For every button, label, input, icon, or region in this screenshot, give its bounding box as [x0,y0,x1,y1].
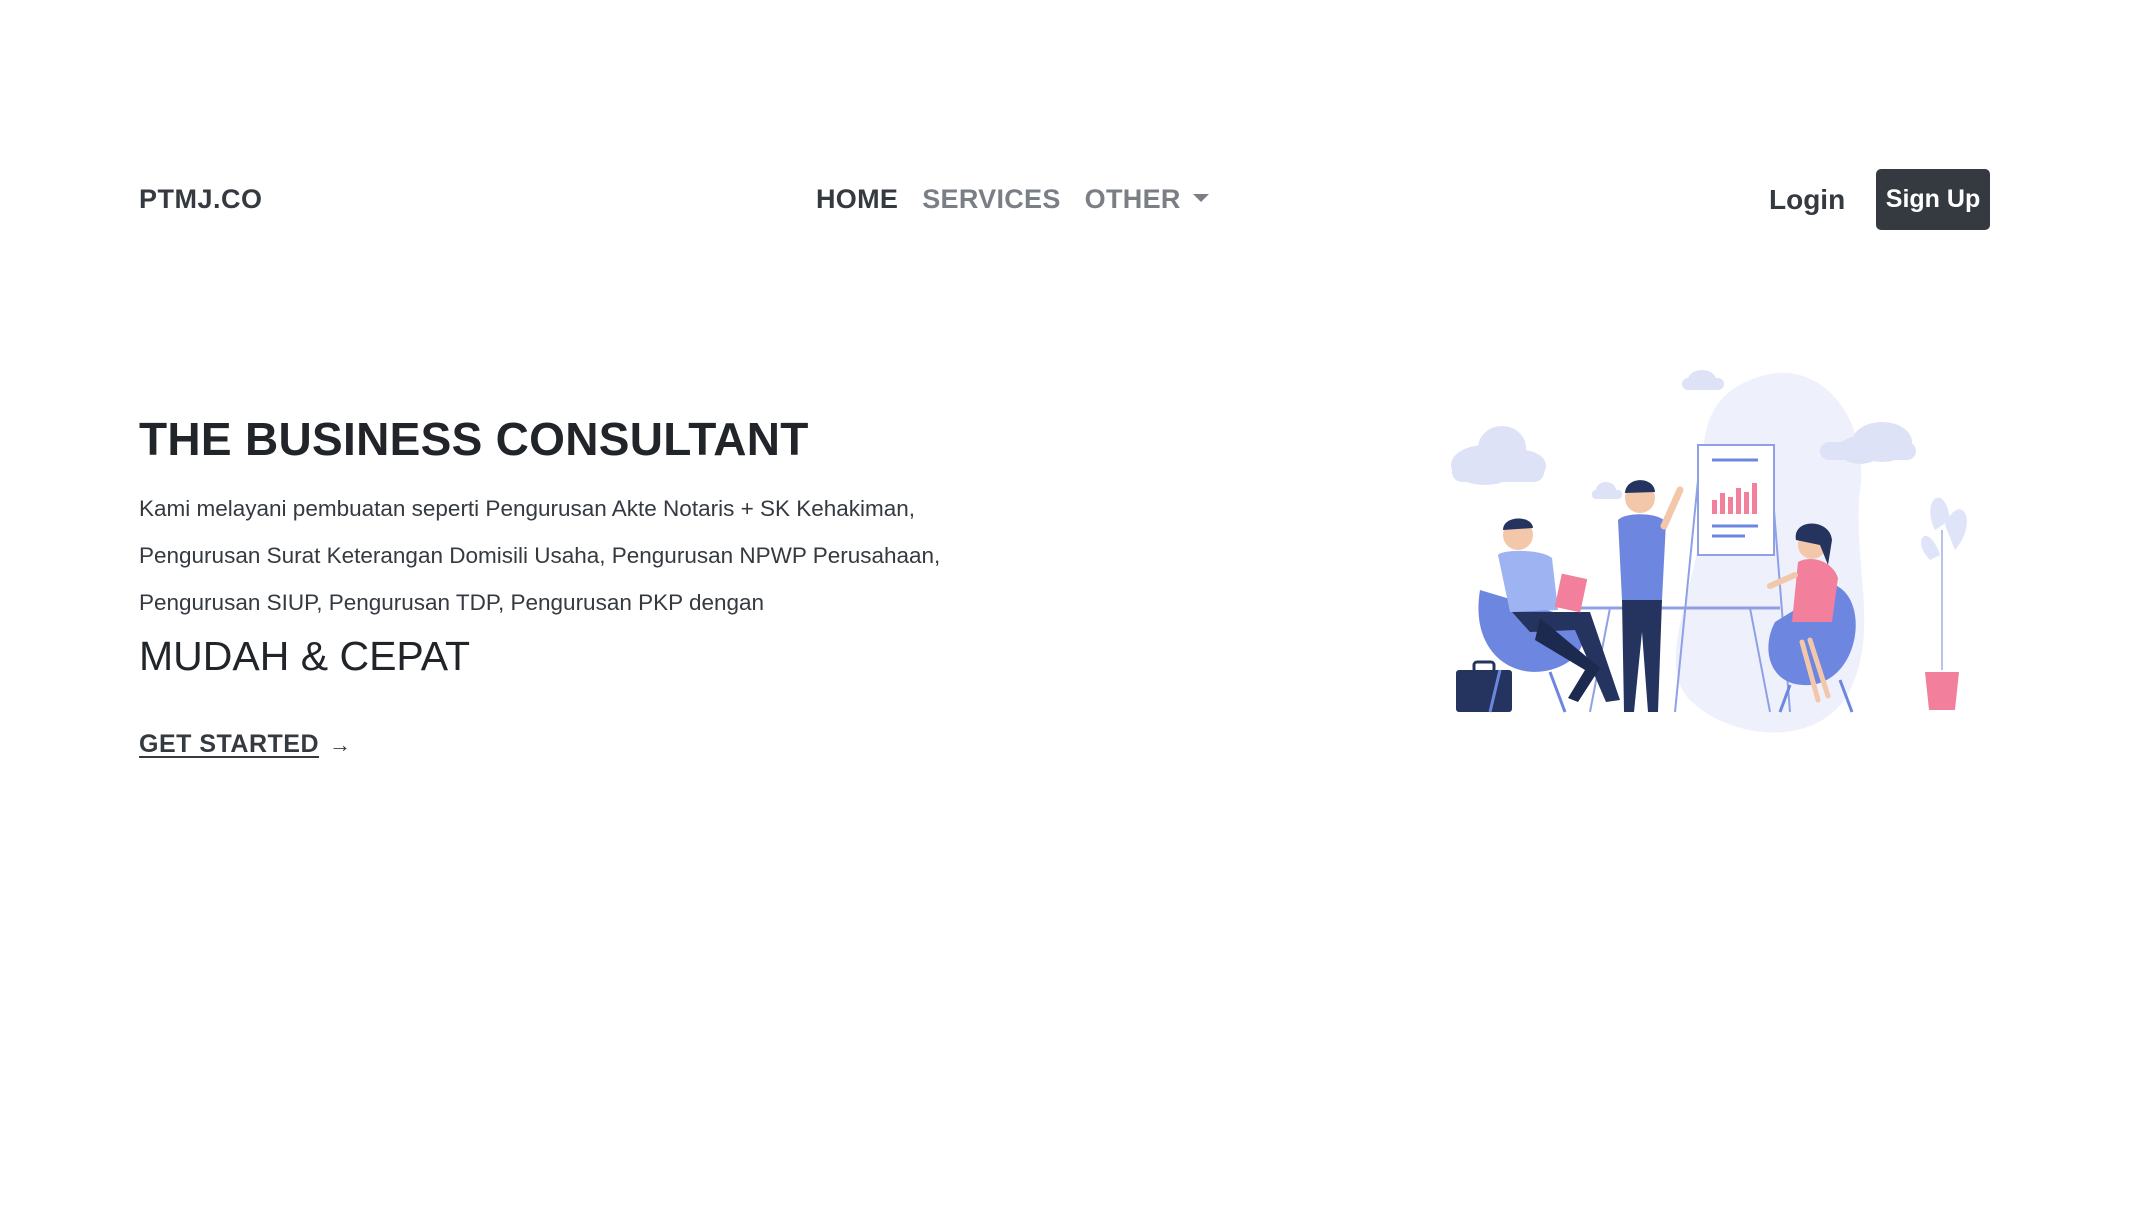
caret-down-icon [1192,193,1209,202]
get-started-link[interactable]: GET STARTED → [139,730,352,759]
nav-services[interactable]: SERVICES [922,184,1060,215]
brand-logo[interactable]: PTMJ.CO [139,184,263,215]
login-link[interactable]: Login [1769,184,1845,216]
hero-description: Kami melayani pembuatan seperti Pengurus… [139,496,941,615]
cta-label: GET STARTED [139,730,320,758]
arrow-right-icon: → [329,732,352,757]
nav-home[interactable]: HOME [816,184,898,215]
hero-subtitle: MUDAH & CEPAT [139,633,471,679]
hero-title: THE BUSINESS CONSULTANT [139,413,809,465]
nav-other-dropdown[interactable]: OTHER [1085,184,1209,215]
business-team-illustration [1451,370,1967,733]
main-nav: HOME SERVICES OTHER [816,184,1209,215]
signup-button[interactable]: Sign Up [1876,169,1990,230]
nav-other-label: OTHER [1084,184,1181,214]
